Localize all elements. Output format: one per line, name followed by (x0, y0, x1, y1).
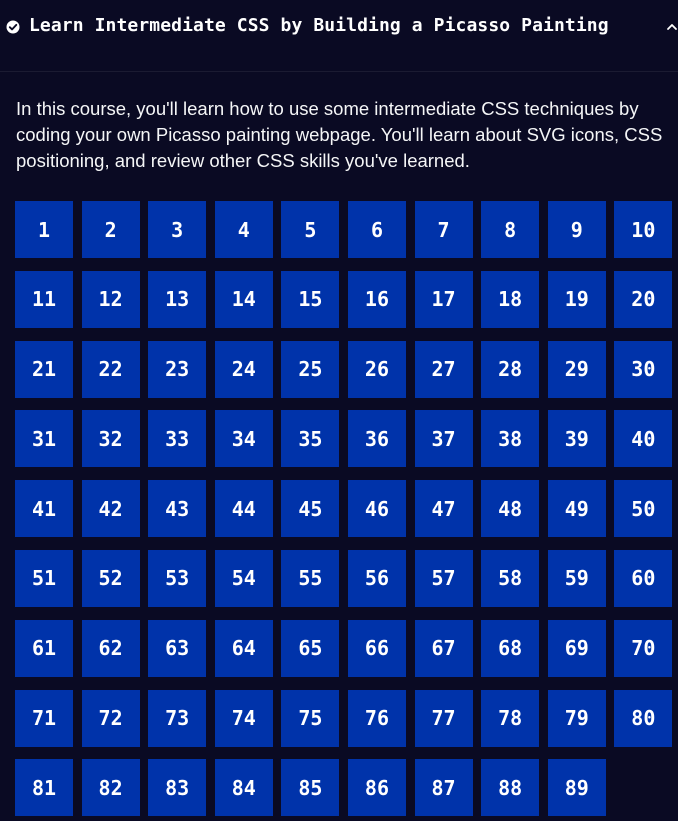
step-button-14[interactable]: 14 (214, 270, 273, 328)
step-button-32[interactable]: 32 (81, 410, 140, 468)
step-button-5[interactable]: 5 (281, 201, 340, 258)
step-button-81[interactable]: 81 (15, 759, 73, 817)
step-button-39[interactable]: 39 (547, 410, 606, 468)
step-button-3[interactable]: 3 (148, 201, 207, 258)
step-button-55[interactable]: 55 (281, 549, 340, 607)
step-button-9[interactable]: 9 (547, 201, 606, 258)
step-button-48[interactable]: 48 (481, 480, 540, 538)
step-button-71[interactable]: 71 (15, 689, 73, 747)
step-button-56[interactable]: 56 (347, 549, 406, 607)
step-grid: 1 2 3 4 5 6 7 8 9 10 11 12 13 14 15 16 17 18 19 20 21 22 23 24 2… (15, 201, 678, 817)
step-button-47[interactable]: 47 (414, 480, 473, 538)
step-button-35[interactable]: 35 (281, 410, 340, 468)
step-button-34[interactable]: 34 (214, 410, 273, 468)
step-button-42[interactable]: 42 (81, 480, 140, 538)
step-button-20[interactable]: 20 (614, 270, 673, 328)
step-button-52[interactable]: 52 (81, 549, 140, 607)
step-button-49[interactable]: 49 (547, 480, 606, 538)
step-button-30[interactable]: 30 (614, 340, 673, 398)
step-button-88[interactable]: 88 (481, 759, 540, 817)
step-button-19[interactable]: 19 (547, 270, 606, 328)
step-button-70[interactable]: 70 (614, 619, 673, 677)
step-button-24[interactable]: 24 (214, 340, 273, 398)
step-button-21[interactable]: 21 (15, 340, 73, 398)
step-button-1[interactable]: 1 (15, 201, 73, 258)
step-button-40[interactable]: 40 (614, 410, 673, 468)
step-button-80[interactable]: 80 (614, 689, 673, 747)
step-button-57[interactable]: 57 (414, 549, 473, 607)
step-button-64[interactable]: 64 (214, 619, 273, 677)
step-button-89[interactable]: 89 (547, 759, 606, 817)
step-button-79[interactable]: 79 (547, 689, 606, 747)
step-button-53[interactable]: 53 (148, 549, 207, 607)
step-button-59[interactable]: 59 (547, 549, 606, 607)
step-button-28[interactable]: 28 (481, 340, 540, 398)
step-button-72[interactable]: 72 (81, 689, 140, 747)
step-button-17[interactable]: 17 (414, 270, 473, 328)
step-button-16[interactable]: 16 (347, 270, 406, 328)
step-button-23[interactable]: 23 (148, 340, 207, 398)
step-button-84[interactable]: 84 (214, 759, 273, 817)
step-button-38[interactable]: 38 (481, 410, 540, 468)
step-button-83[interactable]: 83 (148, 759, 207, 817)
step-button-50[interactable]: 50 (614, 480, 673, 538)
step-button-10[interactable]: 10 (614, 201, 673, 258)
step-button-13[interactable]: 13 (148, 270, 207, 328)
step-button-85[interactable]: 85 (281, 759, 340, 817)
course-header[interactable]: Learn Intermediate CSS by Building a Pic… (0, 0, 678, 72)
step-button-45[interactable]: 45 (281, 480, 340, 538)
step-button-60[interactable]: 60 (614, 549, 673, 607)
step-button-46[interactable]: 46 (347, 480, 406, 538)
chevron-up-icon[interactable] (666, 21, 678, 33)
step-button-27[interactable]: 27 (414, 340, 473, 398)
step-button-11[interactable]: 11 (15, 270, 73, 328)
step-button-29[interactable]: 29 (547, 340, 606, 398)
step-button-15[interactable]: 15 (281, 270, 340, 328)
step-button-2[interactable]: 2 (81, 201, 140, 258)
step-button-54[interactable]: 54 (214, 549, 273, 607)
step-button-18[interactable]: 18 (481, 270, 540, 328)
step-button-67[interactable]: 67 (414, 619, 473, 677)
step-button-73[interactable]: 73 (148, 689, 207, 747)
step-button-68[interactable]: 68 (481, 619, 540, 677)
step-button-66[interactable]: 66 (347, 619, 406, 677)
step-button-87[interactable]: 87 (414, 759, 473, 817)
step-button-36[interactable]: 36 (347, 410, 406, 468)
step-button-77[interactable]: 77 (414, 689, 473, 747)
step-button-76[interactable]: 76 (347, 689, 406, 747)
step-button-78[interactable]: 78 (481, 689, 540, 747)
check-circle-icon (6, 20, 20, 34)
step-button-26[interactable]: 26 (347, 340, 406, 398)
step-button-63[interactable]: 63 (148, 619, 207, 677)
step-button-43[interactable]: 43 (148, 480, 207, 538)
step-button-58[interactable]: 58 (481, 549, 540, 607)
step-button-25[interactable]: 25 (281, 340, 340, 398)
step-button-33[interactable]: 33 (148, 410, 207, 468)
step-button-7[interactable]: 7 (414, 201, 473, 258)
course-title: Learn Intermediate CSS by Building a Pic… (29, 15, 609, 36)
step-button-62[interactable]: 62 (81, 619, 140, 677)
step-button-65[interactable]: 65 (281, 619, 340, 677)
step-button-86[interactable]: 86 (347, 759, 406, 817)
step-button-41[interactable]: 41 (15, 480, 73, 538)
step-button-75[interactable]: 75 (281, 689, 340, 747)
step-button-69[interactable]: 69 (547, 619, 606, 677)
step-button-4[interactable]: 4 (214, 201, 273, 258)
step-button-44[interactable]: 44 (214, 480, 273, 538)
step-button-6[interactable]: 6 (347, 201, 406, 258)
step-button-61[interactable]: 61 (15, 619, 73, 677)
step-button-82[interactable]: 82 (81, 759, 140, 817)
course-description: In this course, you'll learn how to use … (16, 98, 663, 171)
step-button-37[interactable]: 37 (414, 410, 473, 468)
step-button-31[interactable]: 31 (15, 410, 73, 468)
step-button-12[interactable]: 12 (81, 270, 140, 328)
step-button-51[interactable]: 51 (15, 549, 73, 607)
step-button-8[interactable]: 8 (481, 201, 540, 258)
step-button-74[interactable]: 74 (214, 689, 273, 747)
step-button-22[interactable]: 22 (81, 340, 140, 398)
